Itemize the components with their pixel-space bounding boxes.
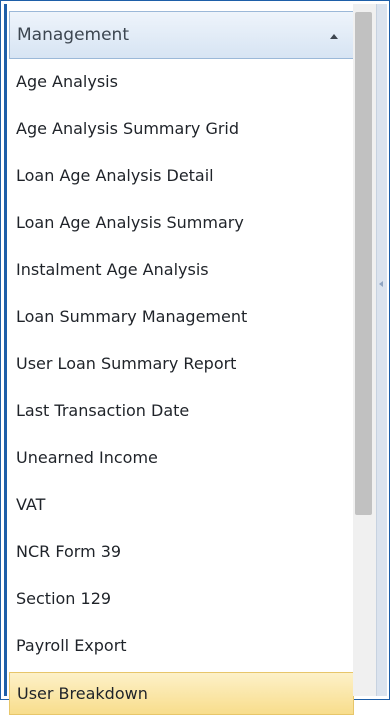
- menu-item-instalment-age-analysis[interactable]: Instalment Age Analysis: [9, 247, 354, 294]
- menu-item-section-129[interactable]: Section 129: [9, 576, 354, 623]
- chevron-left-icon[interactable]: [379, 281, 383, 287]
- menu-item-age-analysis[interactable]: Age Analysis: [9, 59, 354, 106]
- management-section-header[interactable]: Management: [9, 11, 354, 59]
- vertical-scrollbar[interactable]: [353, 4, 376, 696]
- panel-splitter[interactable]: [376, 4, 387, 696]
- scrollbar-thumb[interactable]: [355, 12, 372, 515]
- navigation-frame: Management Age Analysis Age Analysis Sum…: [0, 0, 390, 715]
- menu-item-age-analysis-summary-grid[interactable]: Age Analysis Summary Grid: [9, 106, 354, 153]
- menu-item-unearned-income[interactable]: Unearned Income: [9, 435, 354, 482]
- menu-item-vat[interactable]: VAT: [9, 482, 354, 529]
- menu-item-payroll-export[interactable]: Payroll Export: [9, 623, 354, 670]
- navigation-panel: Management Age Analysis Age Analysis Sum…: [4, 4, 356, 715]
- menu-item-loan-age-analysis-detail[interactable]: Loan Age Analysis Detail: [9, 153, 354, 200]
- section-title: Management: [17, 25, 129, 45]
- management-menu-list: Age Analysis Age Analysis Summary Grid L…: [9, 59, 354, 715]
- menu-item-loan-age-analysis-summary[interactable]: Loan Age Analysis Summary: [9, 200, 354, 247]
- menu-item-user-breakdown[interactable]: User Breakdown: [9, 672, 354, 715]
- menu-item-last-transaction-date[interactable]: Last Transaction Date: [9, 388, 354, 435]
- menu-item-user-loan-summary-report[interactable]: User Loan Summary Report: [9, 341, 354, 388]
- chevron-up-icon[interactable]: [330, 34, 338, 39]
- menu-item-ncr-form-39[interactable]: NCR Form 39: [9, 529, 354, 576]
- menu-item-loan-summary-management[interactable]: Loan Summary Management: [9, 294, 354, 341]
